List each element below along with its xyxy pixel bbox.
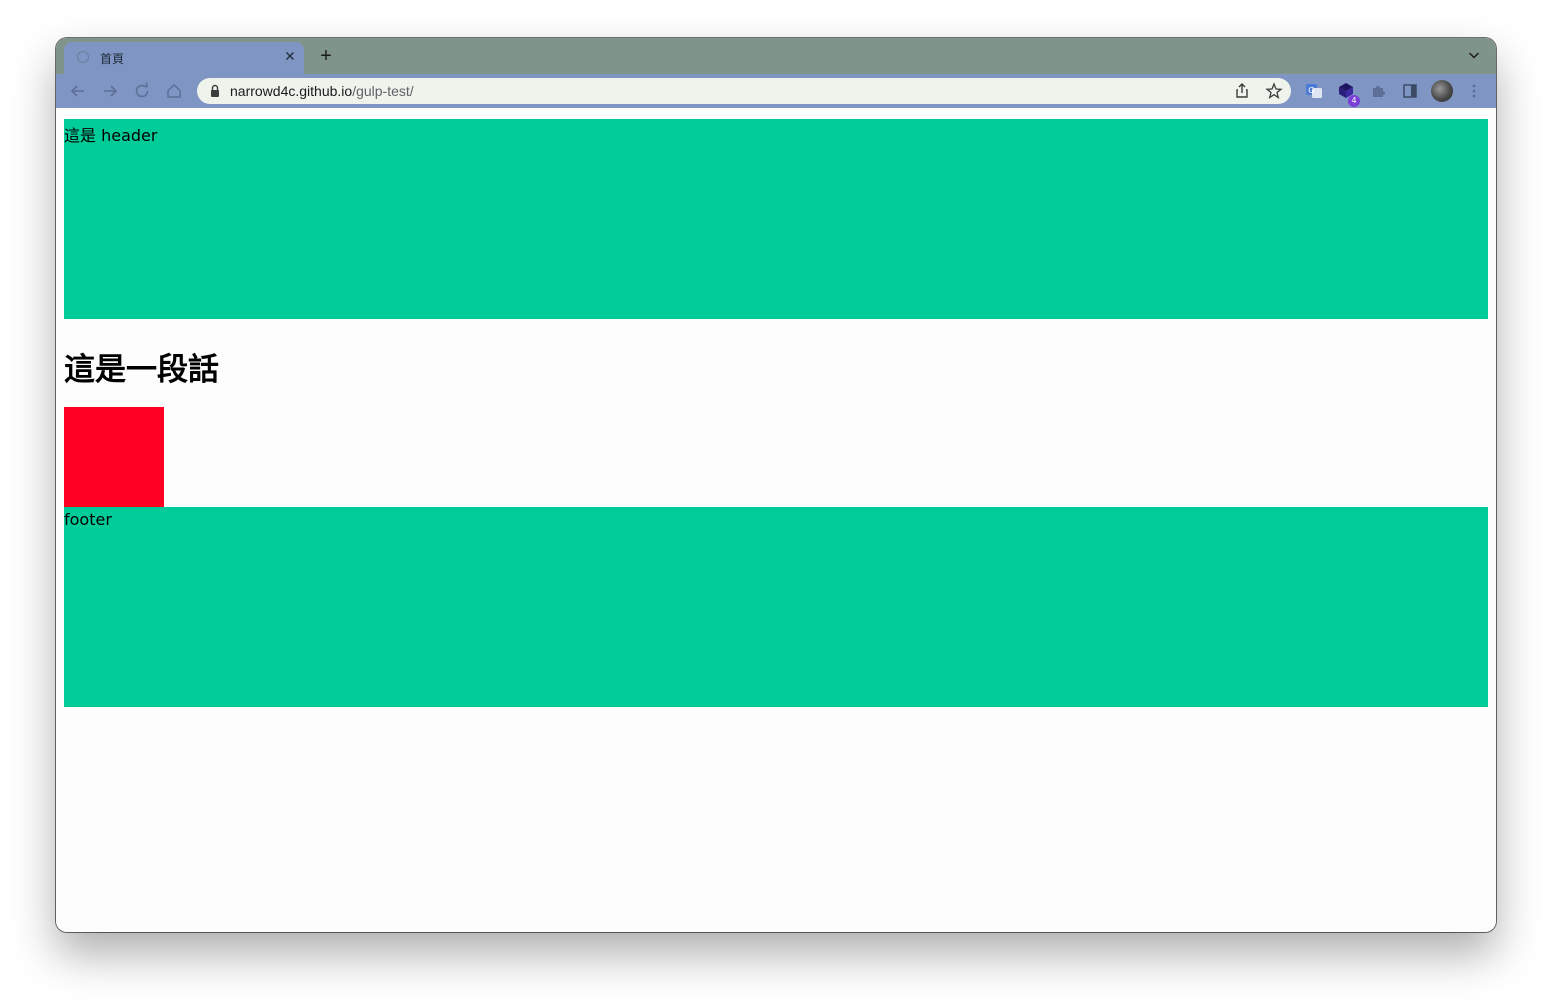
header-text: 這是 header [64,126,158,145]
footer-text: footer [64,510,112,529]
url-text[interactable]: narrowd4c.github.io/gulp-test/ [230,83,414,99]
tab-strip: 首頁 + [56,38,1496,74]
page-footer: footer [64,507,1488,707]
reload-icon[interactable] [132,81,152,101]
browser-window: 首頁 + narrowd4c.github.io/gulp-test/ G 4 … [56,38,1496,932]
globe-icon [77,51,89,63]
forward-icon[interactable] [100,81,120,101]
address-bar[interactable]: narrowd4c.github.io/gulp-test/ [197,78,1291,104]
page-content: 這是 header 這是一段話 footer [56,108,1496,932]
share-icon[interactable] [1233,82,1251,100]
bookmark-star-icon[interactable] [1265,82,1283,100]
close-icon[interactable] [282,48,298,64]
tab-title: 首頁 [100,52,125,66]
red-box [64,407,164,507]
svg-text:G: G [1308,86,1314,95]
chevron-down-icon[interactable] [1466,47,1482,63]
browser-toolbar: narrowd4c.github.io/gulp-test/ G [56,74,1496,108]
google-translate-icon[interactable]: G [1304,81,1324,101]
tab-home[interactable]: 首頁 [64,42,304,74]
url-host: narrowd4c.github.io [230,83,353,99]
side-panel-icon[interactable] [1400,81,1420,101]
new-tab-button[interactable]: + [314,45,338,69]
url-path: /gulp-test/ [352,83,414,99]
more-menu-icon[interactable] [1464,81,1484,101]
extension-badge: 4 [1348,95,1360,107]
back-icon[interactable] [68,81,88,101]
profile-avatar[interactable] [1431,80,1453,102]
lock-icon[interactable] [209,84,221,98]
home-icon[interactable] [164,81,184,101]
extensions-puzzle-icon[interactable] [1368,81,1388,101]
page-header: 這是 header [64,119,1488,319]
page-heading: 這是一段話 [64,352,219,388]
